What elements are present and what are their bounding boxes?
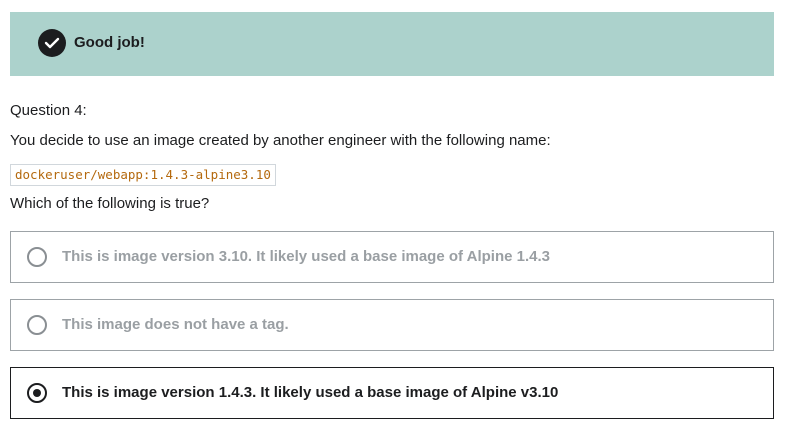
question-text: You decide to use an image created by an…: [10, 132, 551, 149]
image-name-code: dockeruser/webapp:1.4.3-alpine3.10: [10, 164, 276, 186]
answer-option-2[interactable]: This image does not have a tag.: [10, 299, 774, 351]
radio-button[interactable]: [27, 247, 47, 267]
feedback-message: Good job!: [74, 34, 145, 51]
radio-button[interactable]: [27, 315, 47, 335]
answer-option-label: This is image version 1.4.3. It likely u…: [62, 384, 559, 401]
answer-option-label: This image does not have a tag.: [62, 316, 289, 333]
question-number: Question 4:: [10, 102, 87, 119]
feedback-banner: Good job!: [10, 12, 774, 76]
answer-option-label: This is image version 3.10. It likely us…: [62, 248, 550, 265]
radio-button-selected[interactable]: [27, 383, 47, 403]
answer-option-1[interactable]: This is image version 3.10. It likely us…: [10, 231, 774, 283]
check-circle-icon: [38, 29, 66, 57]
answer-option-3[interactable]: This is image version 1.4.3. It likely u…: [10, 367, 774, 419]
radio-selected-dot: [33, 389, 41, 397]
question-prompt: Which of the following is true?: [10, 195, 210, 212]
